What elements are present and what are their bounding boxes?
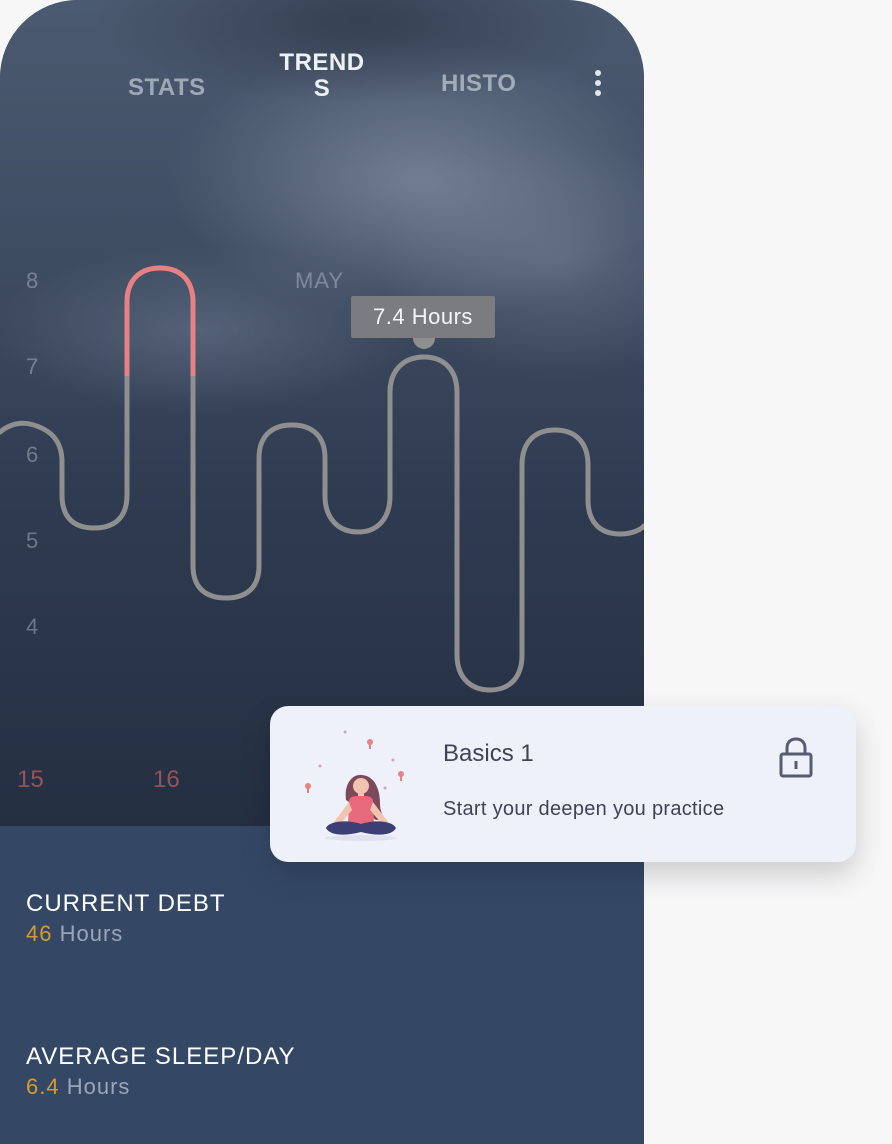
current-debt-label: CURRENT DEBT (26, 890, 226, 917)
current-debt-value: 46 Hours (26, 921, 123, 947)
meditation-illustration (305, 730, 404, 841)
card-subtitle: Start your deepen you practice (443, 798, 725, 820)
trend-wave (0, 354, 644, 693)
x-tick-label: 15 (17, 766, 44, 793)
average-unit: Hours (66, 1074, 131, 1099)
average-sleep-label: AVERAGE SLEEP/DAY (26, 1043, 296, 1070)
lock-icon[interactable] (778, 736, 814, 780)
value-tooltip: 7.4 Hours (351, 296, 495, 338)
card-title: Basics 1 (443, 740, 534, 767)
stats-panel: CURRENT DEBT 46 Hours AVERAGE SLEEP/DAY … (0, 826, 644, 1144)
phone-screen: STATS TREND S HISTO 8 7 6 5 4 MAY 7.4 Hou… (0, 0, 644, 1144)
average-number: 6.4 (26, 1074, 60, 1099)
lesson-card[interactable]: Basics 1 Start your deepen you practice (270, 706, 856, 862)
debt-number: 46 (26, 921, 53, 946)
debt-unit: Hours (59, 921, 124, 946)
average-sleep-value: 6.4 Hours (26, 1074, 130, 1100)
sleep-trend-line (0, 265, 644, 693)
x-tick-label: 16 (153, 766, 180, 793)
trend-highlight (124, 265, 196, 376)
